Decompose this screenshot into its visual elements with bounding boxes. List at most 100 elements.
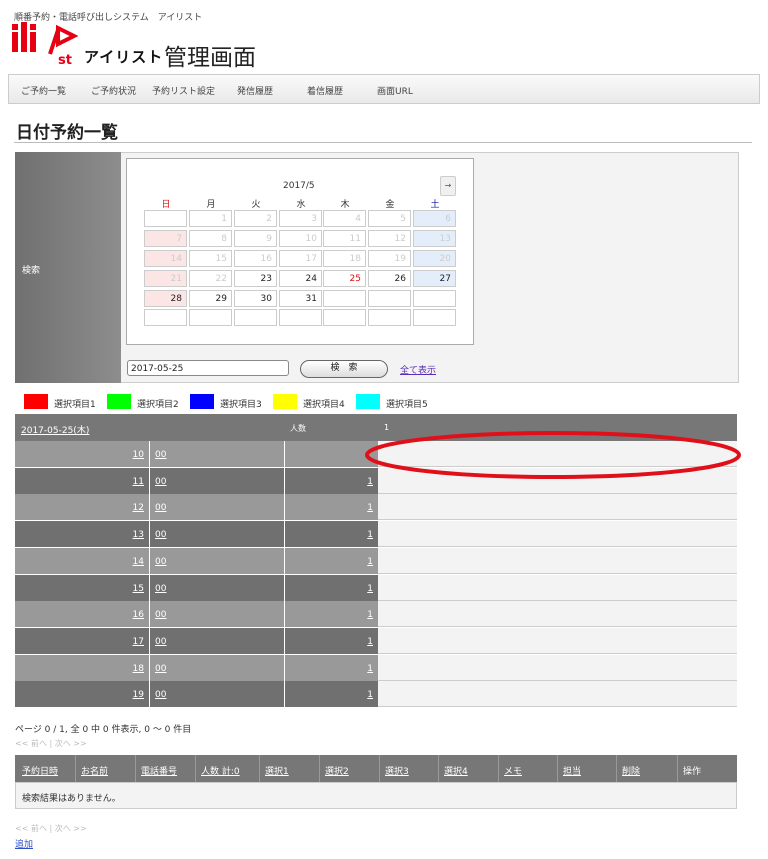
minute-link[interactable]: 00 xyxy=(155,664,166,674)
calendar-day[interactable]: 2 xyxy=(234,210,277,227)
minute-link[interactable]: 00 xyxy=(155,690,166,700)
calendar-day[interactable]: 13 xyxy=(413,230,456,247)
nav-list-settings[interactable]: 予約リスト設定 xyxy=(152,84,215,97)
nav-reservation-status[interactable]: ご予約状況 xyxy=(91,84,136,97)
calendar-day[interactable]: 31 xyxy=(279,290,322,307)
results-column-header[interactable]: 選択1 xyxy=(265,764,289,777)
calendar-day[interactable]: 11 xyxy=(323,230,366,247)
calendar-day[interactable]: 10 xyxy=(279,230,322,247)
calendar-day xyxy=(368,290,411,307)
slot-cell[interactable] xyxy=(378,654,737,681)
calendar-day[interactable]: 19 xyxy=(368,250,411,267)
calendar-day[interactable]: 6 xyxy=(413,210,456,227)
calendar-day[interactable]: 30 xyxy=(234,290,277,307)
calendar-day[interactable]: 7 xyxy=(144,230,187,247)
count-link[interactable]: 1 xyxy=(367,557,373,567)
schedule-date-link[interactable]: 2017-05-25(木) xyxy=(21,423,89,436)
results-column-header[interactable]: お名前 xyxy=(81,764,108,777)
hour-link[interactable]: 11 xyxy=(133,477,144,487)
page-title: 日付予約一覧 xyxy=(16,123,118,143)
schedule-row: 15 00 1 xyxy=(15,574,737,601)
count-link[interactable]: 1 xyxy=(367,637,373,647)
hour-link[interactable]: 14 xyxy=(133,557,144,567)
minute-link[interactable]: 00 xyxy=(155,557,166,567)
minute-link[interactable]: 00 xyxy=(155,477,166,487)
nav-reservation-list[interactable]: ご予約一覧 xyxy=(21,84,66,97)
calendar-day[interactable]: 25 xyxy=(323,270,366,287)
calendar-day[interactable]: 16 xyxy=(234,250,277,267)
hour-link[interactable]: 12 xyxy=(133,503,144,513)
calendar-day[interactable]: 26 xyxy=(368,270,411,287)
count-cell: 1 xyxy=(285,494,378,521)
hour-link[interactable]: 18 xyxy=(133,664,144,674)
calendar-day[interactable]: 23 xyxy=(234,270,277,287)
slot-cell[interactable] xyxy=(378,521,737,548)
minute-link[interactable]: 00 xyxy=(155,584,166,594)
slot-cell[interactable] xyxy=(378,601,737,628)
hour-link[interactable]: 10 xyxy=(133,450,144,460)
results-column-header[interactable]: 選択4 xyxy=(444,764,468,777)
count-link[interactable]: 1 xyxy=(367,584,373,594)
nav-incoming-history[interactable]: 着信履歴 xyxy=(307,84,343,97)
slot-cell[interactable] xyxy=(378,494,737,521)
results-column-header[interactable]: メモ xyxy=(504,764,522,777)
calendar-day[interactable]: 20 xyxy=(413,250,456,267)
calendar-day[interactable]: 9 xyxy=(234,230,277,247)
show-all-link[interactable]: 全て表示 xyxy=(400,363,436,376)
count-link[interactable]: 1 xyxy=(367,664,373,674)
pager-bottom[interactable]: << 前へ | 次へ >> xyxy=(15,823,87,834)
add-link[interactable]: 追加 xyxy=(15,837,33,850)
calendar-day[interactable]: 12 xyxy=(368,230,411,247)
slot-cell[interactable] xyxy=(378,574,737,601)
calendar-day[interactable]: 1 xyxy=(189,210,232,227)
calendar-day[interactable]: 24 xyxy=(279,270,322,287)
pager-top[interactable]: << 前へ | 次へ >> xyxy=(15,738,87,749)
calendar-day[interactable]: 14 xyxy=(144,250,187,267)
calendar-next-button[interactable]: → xyxy=(440,176,456,196)
hour-link[interactable]: 13 xyxy=(133,530,144,540)
results-column-header[interactable]: 削除 xyxy=(622,764,640,777)
count-link[interactable]: 1 xyxy=(367,690,373,700)
calendar-day[interactable]: 29 xyxy=(189,290,232,307)
calendar-day[interactable]: 15 xyxy=(189,250,232,267)
minute-link[interactable]: 00 xyxy=(155,637,166,647)
calendar-day[interactable]: 18 xyxy=(323,250,366,267)
calendar-day[interactable]: 8 xyxy=(189,230,232,247)
results-column-header[interactable]: 電話番号 xyxy=(141,764,177,777)
hour-cell: 19 xyxy=(15,681,149,708)
slot-cell[interactable] xyxy=(378,627,737,654)
slot-cell[interactable] xyxy=(378,681,737,708)
hour-link[interactable]: 19 xyxy=(133,690,144,700)
results-column-header[interactable]: 人数 計:0 xyxy=(201,764,240,777)
results-column-header[interactable]: 予約日時 xyxy=(22,764,58,777)
minute-link[interactable]: 00 xyxy=(155,503,166,513)
results-column-header[interactable]: 担当 xyxy=(563,764,581,777)
hour-cell: 13 xyxy=(15,521,149,548)
calendar-day[interactable]: 21 xyxy=(144,270,187,287)
slot-cell[interactable] xyxy=(378,547,737,574)
results-column-header[interactable]: 選択3 xyxy=(385,764,409,777)
minute-link[interactable]: 00 xyxy=(155,530,166,540)
calendar-day[interactable]: 5 xyxy=(368,210,411,227)
calendar-day[interactable]: 22 xyxy=(189,270,232,287)
count-cell: 1 xyxy=(285,574,378,601)
calendar-day[interactable]: 4 xyxy=(323,210,366,227)
calendar-day[interactable]: 27 xyxy=(413,270,456,287)
nav-screen-url[interactable]: 画面URL xyxy=(377,84,413,97)
count-link[interactable]: 1 xyxy=(367,610,373,620)
search-button[interactable]: 検 索 xyxy=(300,360,388,378)
calendar-day[interactable]: 17 xyxy=(279,250,322,267)
calendar-day[interactable]: 3 xyxy=(279,210,322,227)
minute-link[interactable]: 00 xyxy=(155,610,166,620)
hour-link[interactable]: 15 xyxy=(133,584,144,594)
hour-link[interactable]: 16 xyxy=(133,610,144,620)
count-link[interactable]: 1 xyxy=(367,530,373,540)
count-link[interactable]: 1 xyxy=(367,503,373,513)
nav-outgoing-history[interactable]: 発信履歴 xyxy=(237,84,273,97)
results-column-header[interactable]: 選択2 xyxy=(325,764,349,777)
hour-link[interactable]: 17 xyxy=(133,637,144,647)
calendar-day[interactable]: 28 xyxy=(144,290,187,307)
minute-link[interactable]: 00 xyxy=(155,450,166,460)
date-input[interactable]: 2017-05-25 xyxy=(127,360,289,376)
legend-label: 選択項目2 xyxy=(137,400,179,410)
